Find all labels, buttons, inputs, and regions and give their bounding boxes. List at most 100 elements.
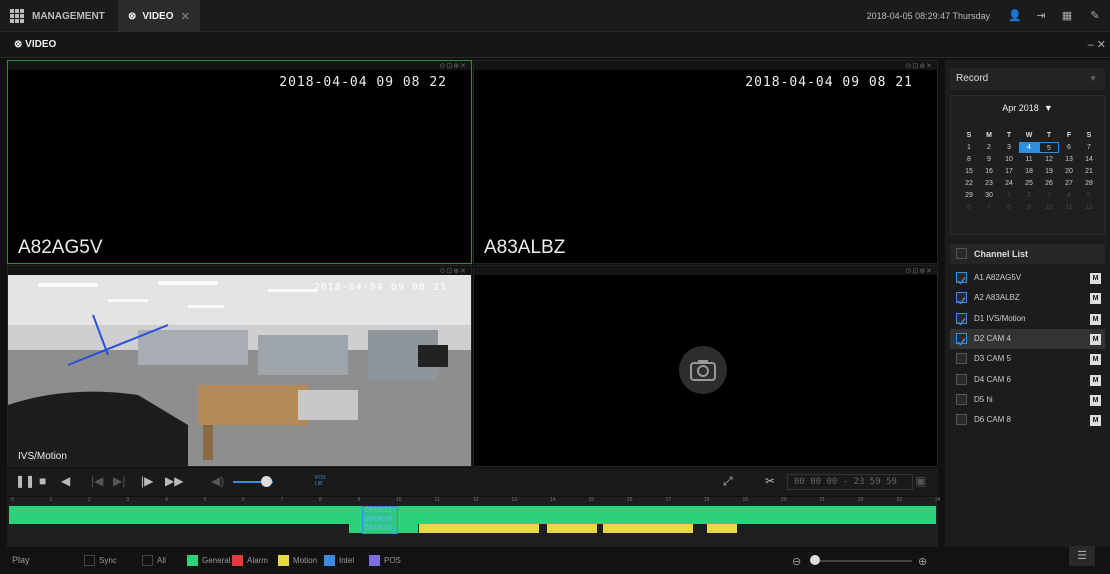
pause-icon[interactable]: ❚❚	[15, 474, 35, 488]
calendar-day[interactable]: 2	[1019, 190, 1039, 201]
calendar-day[interactable]: 15	[959, 166, 979, 177]
calendar-day[interactable]: 1	[999, 190, 1019, 201]
motion-checkbox[interactable]: Motion	[278, 555, 317, 566]
video-pane-3[interactable]: ⊙⊡⊕✕ 2018-04-04 09 08 21 IVS/Motion	[7, 265, 472, 467]
calendar-day[interactable]: 5	[1039, 142, 1059, 153]
calendar-day[interactable]: 14	[1079, 154, 1099, 165]
calendar-day[interactable]: 5	[1079, 190, 1099, 201]
channel-list-item[interactable]: D5 hi M	[950, 390, 1105, 410]
calendar-day[interactable]: 7	[1079, 142, 1099, 153]
channel-checkbox[interactable]	[956, 272, 967, 285]
channel-m-button[interactable]: M	[1090, 354, 1101, 366]
list-view-icon[interactable]: ☰	[1069, 546, 1095, 566]
channel-checkbox[interactable]	[956, 292, 967, 305]
alarm-checkbox[interactable]: Alarm	[232, 555, 268, 566]
calendar-day[interactable]: 23	[979, 178, 999, 189]
channel-list-item[interactable]: D4 CAM 6 M	[950, 370, 1105, 390]
calendar-day[interactable]: 28	[1079, 178, 1099, 189]
pane-tools-icon[interactable]: ⊙⊡⊕✕	[440, 267, 467, 275]
calendar-day[interactable]: 22	[959, 178, 979, 189]
close-tab-icon[interactable]: ✕	[181, 10, 190, 23]
channel-list-item[interactable]: A1 A82AG5V M	[950, 268, 1105, 288]
calendar-day[interactable]: 12	[1039, 154, 1059, 165]
pane-tools-icon[interactable]: ⊙⊡⊕✕	[906, 62, 933, 70]
zoom-in-icon[interactable]: ⊕	[918, 555, 927, 568]
channel-list-item[interactable]: D2 CAM 4 M	[950, 328, 1105, 349]
pane-tools-icon[interactable]: ⊙⊡⊕✕	[906, 267, 933, 275]
logout-icon[interactable]: ⇥	[1032, 8, 1050, 24]
calendar-day[interactable]: 12	[1079, 202, 1099, 213]
settings-icon[interactable]: ✎	[1086, 8, 1104, 24]
calendar-day[interactable]: 17	[999, 166, 1019, 177]
channel-m-button[interactable]: M	[1090, 293, 1101, 305]
pos-button[interactable]: POS LIB	[315, 475, 326, 487]
channel-list-item[interactable]: D1 IVS/Motion M	[950, 309, 1105, 329]
next-frame-icon[interactable]: ▶|	[113, 474, 125, 488]
channel-m-button[interactable]: M	[1090, 374, 1101, 386]
video-pane-4[interactable]: ⊙⊡⊕✕	[473, 265, 938, 467]
calendar-day[interactable]: 21	[1079, 166, 1099, 177]
calendar-day[interactable]: 27	[1059, 178, 1079, 189]
calendar-day[interactable]: 9	[1019, 202, 1039, 213]
tab-management[interactable]: MANAGEMENT	[0, 0, 118, 32]
calendar-day[interactable]: 16	[979, 166, 999, 177]
calendar-day[interactable]: 26	[1039, 178, 1059, 189]
stop-icon[interactable]: ■	[39, 474, 46, 488]
slow-icon[interactable]: |▶	[141, 474, 153, 488]
fullscreen-icon[interactable]: ⤢	[723, 474, 733, 489]
channel-checkbox[interactable]	[956, 393, 967, 405]
calendar-day[interactable]: 29	[959, 190, 979, 201]
calendar-day[interactable]: 2	[979, 142, 999, 153]
channel-checkbox[interactable]	[956, 312, 967, 326]
calendar-day[interactable]: 4	[1059, 190, 1079, 201]
pos-checkbox[interactable]: POS	[369, 555, 401, 566]
calendar-day[interactable]: 10	[1039, 202, 1059, 213]
zoom-knob[interactable]	[810, 555, 820, 565]
calendar-day[interactable]: 8	[959, 154, 979, 165]
calendar-day[interactable]: 7	[979, 202, 999, 213]
calendar-month-selector[interactable]: Apr 2018 ▼	[951, 103, 1104, 113]
clip-time-range[interactable]: 00 00 00 - 23 59 59	[787, 474, 913, 490]
window-controls[interactable]: – ✕	[1088, 32, 1106, 58]
calendar-day[interactable]: 19	[1039, 166, 1059, 177]
channel-m-button[interactable]: M	[1090, 333, 1101, 345]
calendar-day[interactable]: 4	[1019, 142, 1039, 153]
calendar-day[interactable]: 10	[999, 154, 1019, 165]
channel-m-button[interactable]: M	[1090, 313, 1101, 325]
play-backward-icon[interactable]: ◀	[61, 474, 70, 488]
channel-list-item[interactable]: A2 A83ALBZ M	[950, 288, 1105, 308]
layout-icon[interactable]: ▦	[1058, 8, 1076, 24]
calendar-day[interactable]: 30	[979, 190, 999, 201]
video-pane-2[interactable]: ⊙⊡⊕✕ 2018-04-04 09 08 21 A83ALBZ	[473, 60, 938, 264]
fast-forward-icon[interactable]: ▶▶	[165, 474, 183, 488]
calendar-day[interactable]: 8	[999, 202, 1019, 213]
user-icon[interactable]: 👤	[1006, 8, 1024, 24]
channel-checkbox[interactable]	[956, 414, 967, 426]
volume-knob[interactable]	[261, 476, 272, 487]
calendar-day[interactable]: 11	[1019, 154, 1039, 165]
sync-checkbox[interactable]: Sync	[84, 555, 117, 566]
intel-checkbox[interactable]: Intel	[324, 555, 354, 566]
general-checkbox[interactable]: General	[187, 555, 230, 566]
calendar-day[interactable]: 1	[959, 142, 979, 153]
timeline[interactable]: 0 1 2 3 4 5 6 7 8 9 10 11 12 13 14 15 16 17 18 19 20 21 22 23 24…	[7, 497, 941, 547]
calendar-day[interactable]: 18	[1019, 166, 1039, 177]
all-checkbox[interactable]: All	[142, 555, 166, 566]
zoom-slider[interactable]	[812, 560, 912, 562]
channel-checkbox[interactable]	[956, 373, 967, 385]
calendar-day[interactable]: 24	[999, 178, 1019, 189]
volume-icon[interactable]: ◀)	[211, 474, 224, 488]
calendar-day[interactable]: 6	[959, 202, 979, 213]
channel-list-item[interactable]: D3 CAM 5 M	[950, 349, 1105, 369]
channel-list-item[interactable]: D6 CAM 8 M	[950, 410, 1105, 430]
tab-video[interactable]: ⊗ VIDEO ✕	[118, 0, 200, 32]
channel-checkbox[interactable]	[956, 353, 967, 365]
clip-icon[interactable]: ✂	[765, 474, 775, 488]
save-icon[interactable]: ▣	[915, 474, 926, 488]
calendar-day[interactable]: 3	[999, 142, 1019, 153]
calendar-day[interactable]: 25	[1019, 178, 1039, 189]
zoom-out-icon[interactable]: ⊖	[792, 555, 801, 568]
channel-m-button[interactable]: M	[1090, 273, 1101, 284]
channel-list-select-all[interactable]	[956, 248, 967, 259]
calendar-day[interactable]: 13	[1059, 154, 1079, 165]
